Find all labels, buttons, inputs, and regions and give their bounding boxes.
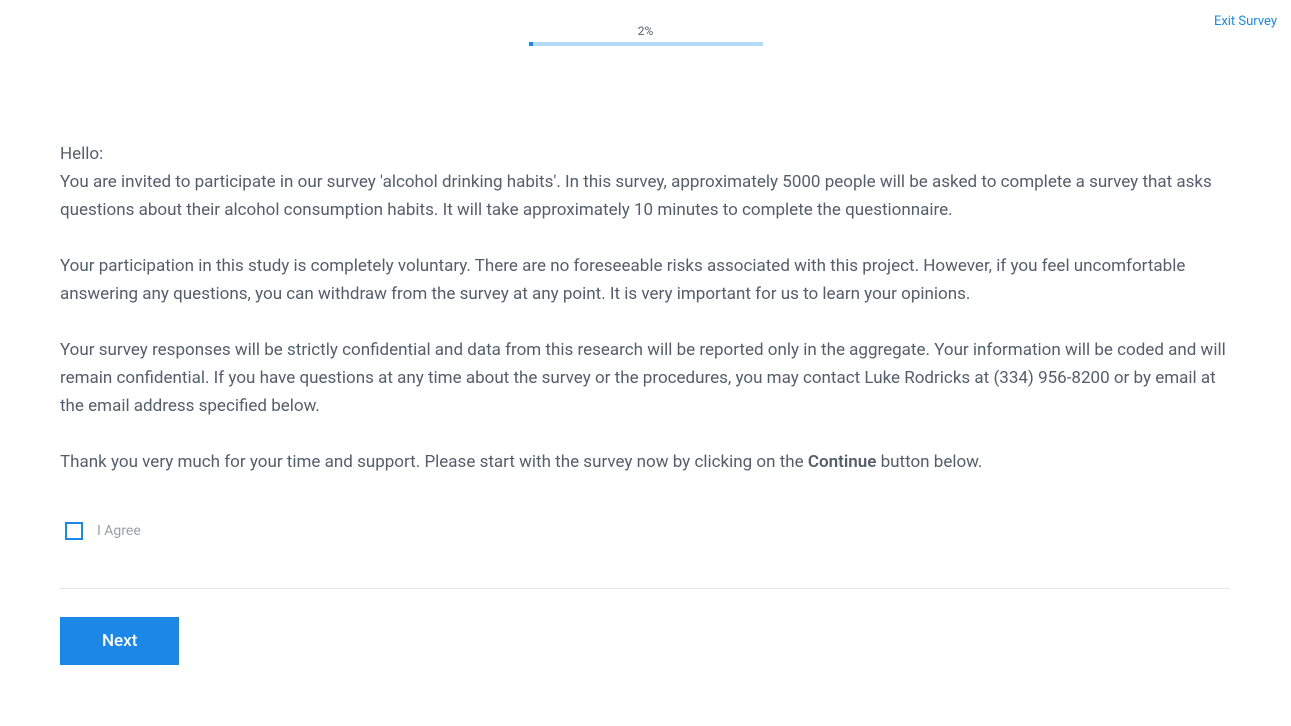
agree-row: I Agree xyxy=(60,522,1230,540)
progress-percent-label: 2% xyxy=(529,24,763,38)
progress-bar: 2% xyxy=(529,24,763,46)
consent-p4-pre: Thank you very much for your time and su… xyxy=(60,452,808,472)
consent-paragraph-4: Thank you very much for your time and su… xyxy=(60,448,1230,476)
consent-paragraph-1: You are invited to participate in our su… xyxy=(60,168,1230,224)
survey-content: Hello: You are invited to participate in… xyxy=(60,140,1230,665)
progress-fill xyxy=(529,42,534,46)
progress-track xyxy=(529,42,763,46)
consent-p4-bold: Continue xyxy=(808,452,877,472)
section-divider xyxy=(60,588,1230,589)
consent-p4-post: button below. xyxy=(876,452,982,472)
consent-text: Hello: You are invited to participate in… xyxy=(60,140,1230,476)
consent-greeting: Hello: xyxy=(60,140,1230,168)
agree-label: I Agree xyxy=(97,523,141,539)
consent-paragraph-3: Your survey responses will be strictly c… xyxy=(60,336,1230,420)
next-button[interactable]: Next xyxy=(60,617,179,665)
consent-paragraph-2: Your participation in this study is comp… xyxy=(60,252,1230,308)
exit-survey-link[interactable]: Exit Survey xyxy=(1214,14,1277,29)
agree-checkbox[interactable] xyxy=(65,522,83,540)
